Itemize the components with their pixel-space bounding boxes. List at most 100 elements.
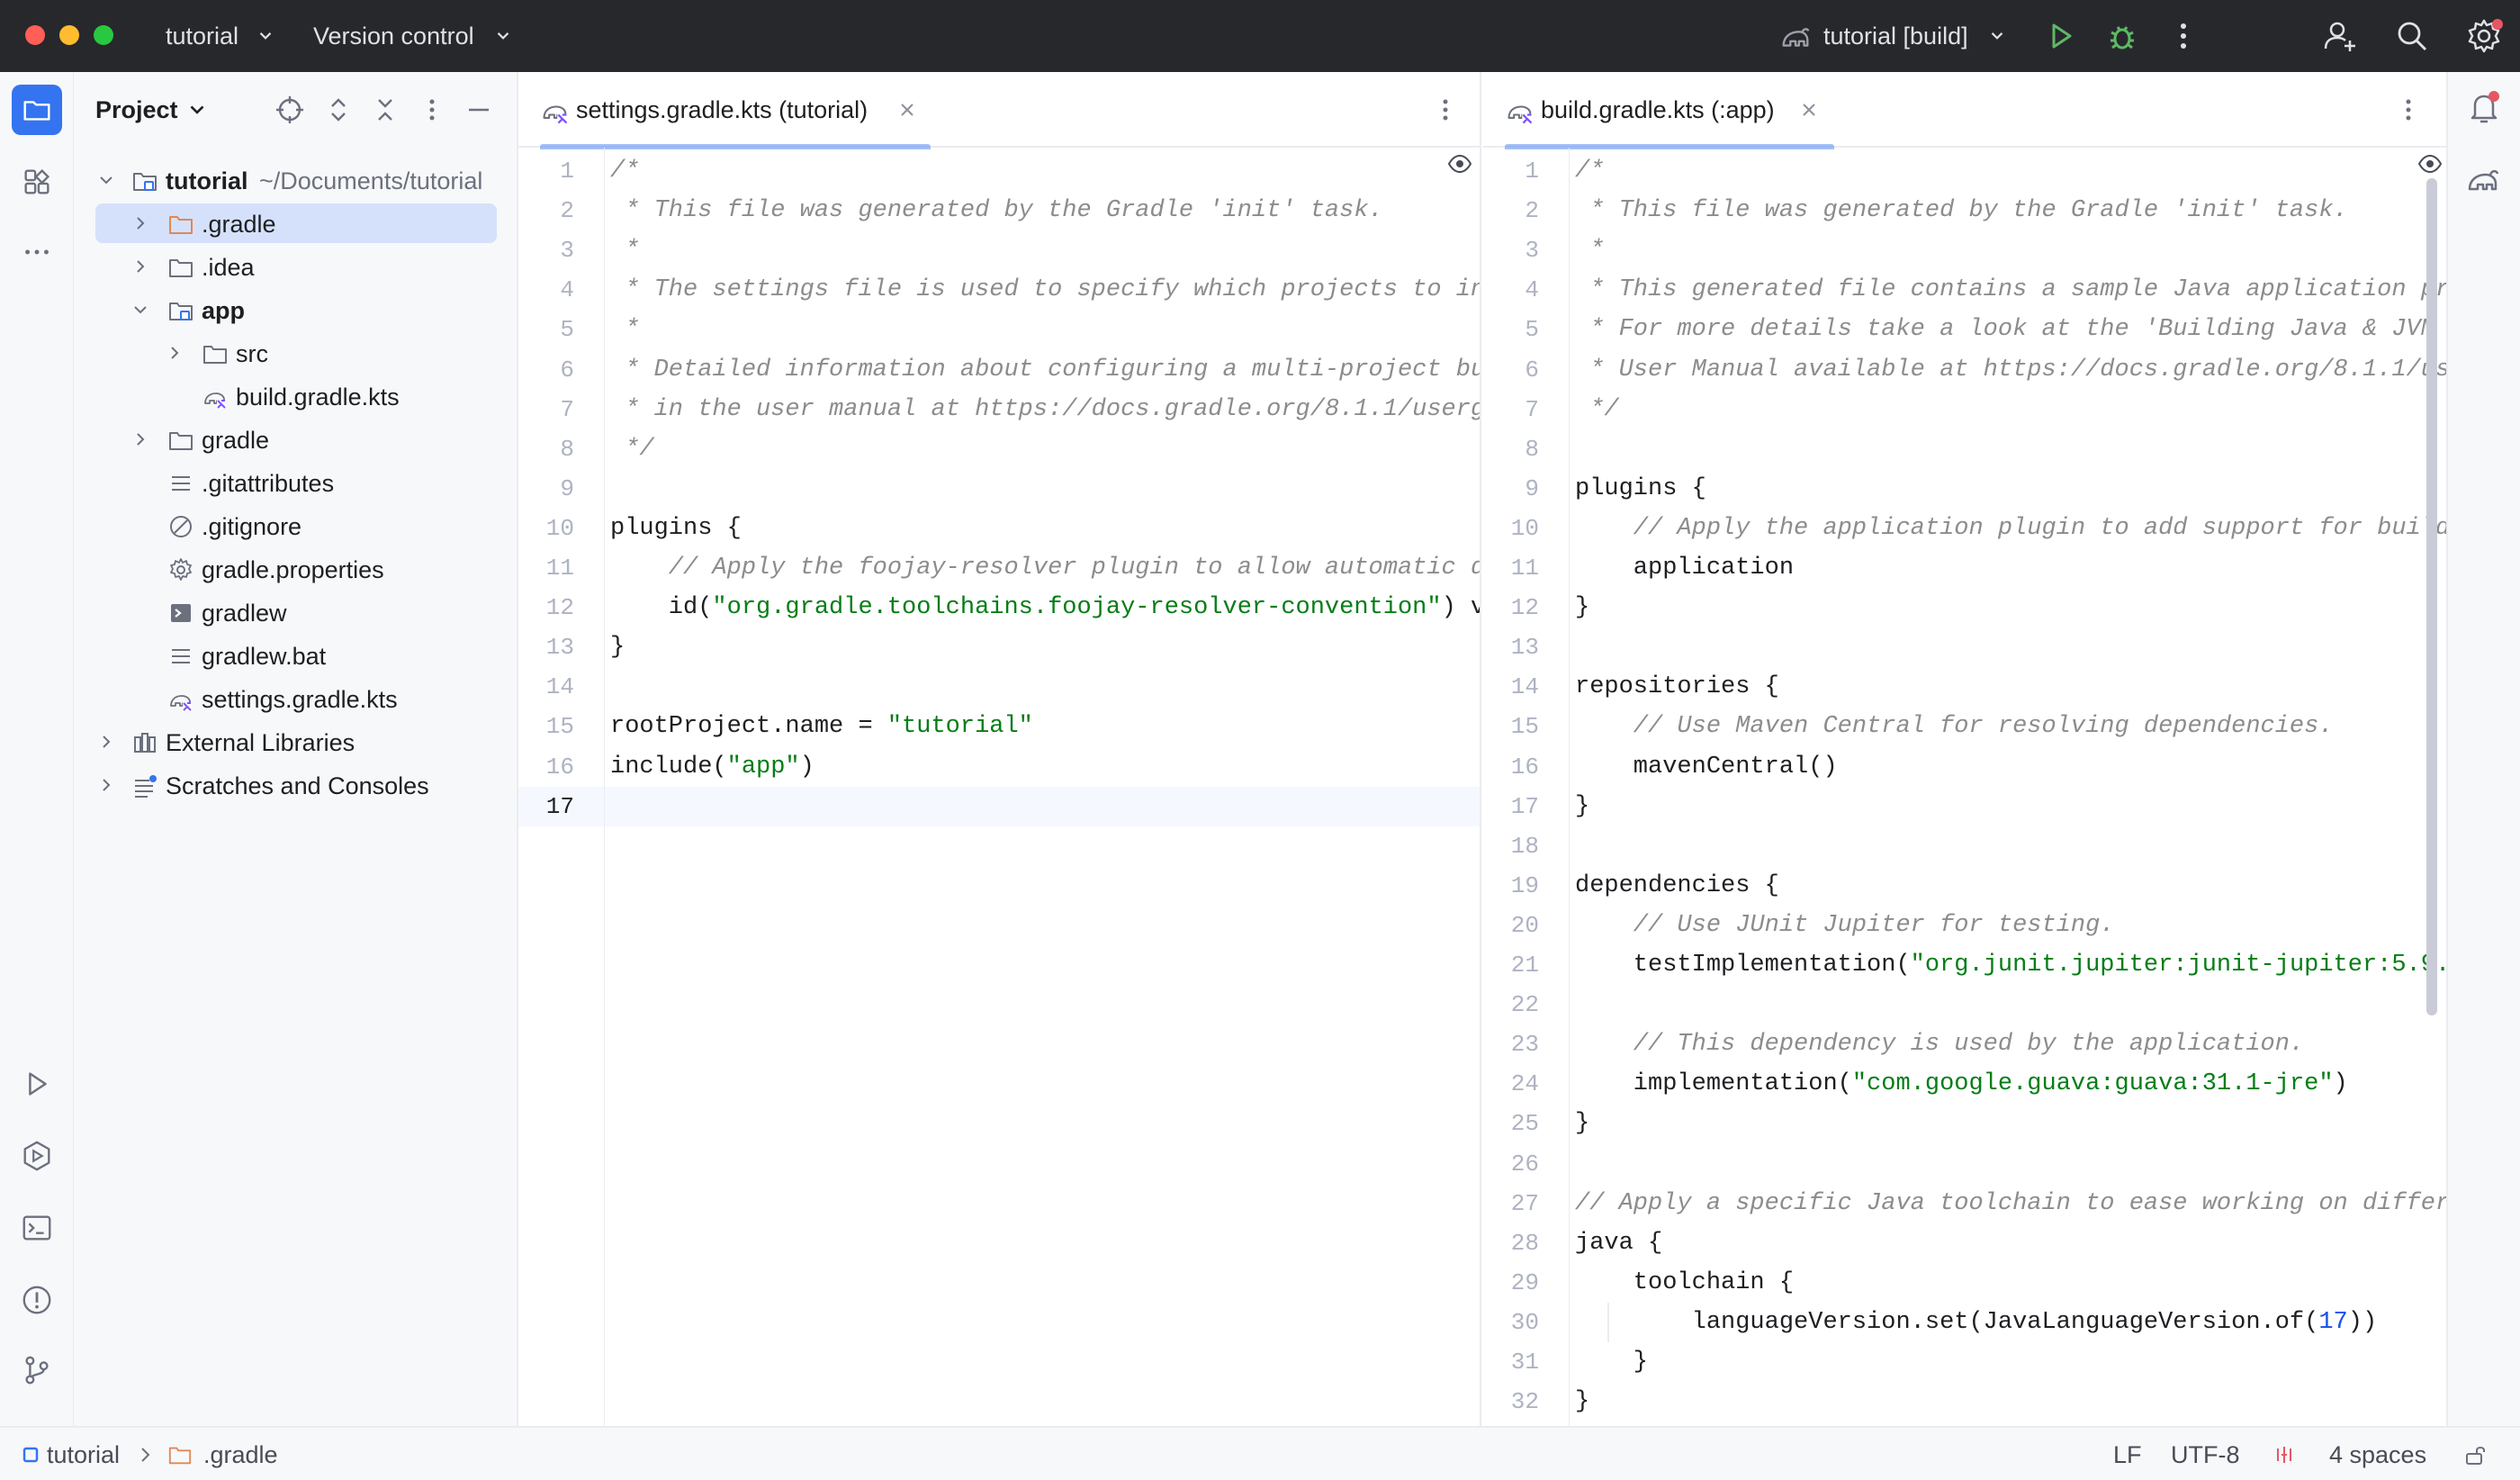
chevron-right-icon[interactable] <box>97 733 115 751</box>
status-bar: tutorial .gradle LF UTF-8 4 spaces <box>0 1426 2520 1480</box>
chevron-right-icon[interactable] <box>131 257 149 275</box>
tree-item-build-gradle-kts[interactable]: build.gradle.kts <box>74 375 517 418</box>
line-number: 16 <box>545 753 574 781</box>
line-number: 9 <box>560 474 574 502</box>
tab-settings-gradle-kts[interactable]: settings.gradle.kts (tutorial) <box>518 72 938 149</box>
tree-item-gradlew-bat[interactable]: gradlew.bat <box>74 634 517 677</box>
no-lock-readonly-icon[interactable] <box>2272 1442 2297 1467</box>
tree-item-label: gradle <box>202 427 270 454</box>
breadcrumb-folder[interactable]: .gradle <box>203 1437 278 1473</box>
tree-item-settings-gradle-kts[interactable]: settings.gradle.kts <box>74 677 517 720</box>
code-line: plugins { <box>1575 469 1706 509</box>
project-panel-header: Project <box>74 72 517 146</box>
hide-panel-icon[interactable] <box>463 94 495 126</box>
terminal-icon[interactable] <box>15 1206 58 1250</box>
code-area[interactable]: /* * This file was generated by the Grad… <box>1570 148 2446 1426</box>
breadcrumb-project[interactable]: tutorial <box>47 1437 120 1473</box>
line-number: 15 <box>1510 713 1539 741</box>
chevron-right-icon[interactable] <box>97 776 115 794</box>
line-number: 32 <box>1510 1388 1539 1416</box>
more-vertical-icon[interactable] <box>2164 16 2203 56</box>
code-comment: * User Manual available at https://docs.… <box>1575 356 2448 384</box>
code-comment: /* <box>1575 158 1605 185</box>
encoding-widget[interactable]: UTF-8 <box>2171 1437 2240 1473</box>
tree-item-src[interactable]: src <box>74 331 517 375</box>
vertical-scrollbar[interactable] <box>2426 178 2437 1015</box>
code-comment: /* <box>610 158 640 185</box>
settings-gear-icon[interactable] <box>2464 16 2504 56</box>
expand-all-icon[interactable] <box>322 94 355 126</box>
run-config-selector[interactable]: tutorial [build] <box>1823 18 1968 54</box>
problems-icon[interactable] <box>15 1278 58 1322</box>
code-line: /* <box>1575 151 1604 191</box>
code-token: } <box>1575 1349 1649 1376</box>
code-token: testImplementation( <box>1575 952 1911 979</box>
minimize-window-button[interactable] <box>59 25 79 45</box>
editor-settings-gradle[interactable]: settings.gradle.kts (tutorial) 123456789… <box>518 72 1481 1426</box>
unlock-icon[interactable] <box>2462 1442 2488 1467</box>
services-icon[interactable] <box>15 1134 58 1178</box>
tree-item-gitattributes[interactable]: .gitattributes <box>74 461 517 504</box>
add-user-icon[interactable] <box>2320 16 2360 56</box>
current-line-highlight <box>605 786 1480 826</box>
code-area[interactable]: /* * This file was generated by the Grad… <box>605 148 1480 1426</box>
line-number: 14 <box>1510 673 1539 701</box>
close-tab-icon[interactable] <box>1798 99 1820 121</box>
project-tool-folder-icon[interactable] <box>12 85 62 135</box>
tree-item-gradle[interactable]: gradle <box>74 418 517 461</box>
chevron-down-icon[interactable] <box>131 301 149 319</box>
code-comment: * Detailed information about configuring… <box>610 356 1481 384</box>
tree-item-idea[interactable]: .idea <box>74 245 517 288</box>
vcs-menu[interactable]: Version control <box>313 18 474 54</box>
code-comment: */ <box>610 435 654 463</box>
indent-widget[interactable]: 4 spaces <box>2329 1437 2426 1473</box>
close-tab-icon[interactable] <box>896 99 918 121</box>
tree-item-label: gradle.properties <box>202 556 384 583</box>
structure-icon[interactable] <box>15 160 58 203</box>
line-number: 21 <box>1510 952 1539 979</box>
tree-item-gitignore[interactable]: .gitignore <box>74 504 517 547</box>
module-folder-icon <box>167 297 194 324</box>
tree-item-app[interactable]: app <box>74 288 517 331</box>
code-line: // Apply the foojay-resolver plugin to a… <box>610 548 1480 588</box>
line-number: 10 <box>545 514 574 542</box>
code-line: // Apply the application plugin to add s… <box>1575 509 2446 548</box>
locate-icon[interactable] <box>274 94 306 126</box>
project-switcher[interactable]: tutorial <box>166 18 238 54</box>
zoom-window-button[interactable] <box>94 25 113 45</box>
code-comment: * <box>1575 237 1605 265</box>
more-vertical-icon[interactable] <box>1429 94 1462 126</box>
code-token: plugins { <box>1575 474 1706 502</box>
more-tools-icon[interactable] <box>15 230 58 274</box>
tree-item-label: .idea <box>202 254 255 281</box>
more-vertical-icon[interactable] <box>416 94 448 126</box>
close-window-button[interactable] <box>25 25 45 45</box>
gradle-tool-icon[interactable] <box>2464 160 2504 200</box>
debug-icon[interactable] <box>2102 16 2142 56</box>
tree-item-scratches[interactable]: Scratches and Consoles <box>74 763 517 807</box>
tab-build-gradle-kts[interactable]: build.gradle.kts (:app) <box>1483 72 1841 149</box>
code-comment: */ <box>1575 395 1619 423</box>
run-tool-icon[interactable] <box>15 1062 58 1105</box>
chevron-right-icon[interactable] <box>166 344 184 362</box>
editor-build-gradle[interactable]: build.gradle.kts (:app) 1 2 3 4 5 6 7 8 9 10 11 12 1… <box>1483 72 2448 1426</box>
tab-label: settings.gradle.kts (tutorial) <box>576 96 868 123</box>
chevron-right-icon[interactable] <box>131 430 149 448</box>
git-branch-icon[interactable] <box>15 1349 58 1392</box>
notifications-bell-icon[interactable] <box>2464 88 2504 128</box>
tree-item-gradlew[interactable]: gradlew <box>74 591 517 634</box>
search-icon[interactable] <box>2392 16 2432 56</box>
more-vertical-icon[interactable] <box>2392 94 2425 126</box>
project-view-selector[interactable]: Project <box>95 92 178 128</box>
chevron-down-icon[interactable] <box>97 171 115 189</box>
code-line: */ <box>1575 390 1619 429</box>
run-icon[interactable] <box>2041 16 2081 56</box>
chevron-right-icon[interactable] <box>131 214 149 232</box>
collapse-all-icon[interactable] <box>369 94 401 126</box>
tree-root[interactable]: tutorial ~/Documents/tutorial <box>74 158 517 202</box>
code-line: toolchain { <box>1575 1263 1794 1303</box>
line-separator-widget[interactable]: LF <box>2113 1437 2142 1473</box>
tree-item-gradle-dir[interactable]: .gradle <box>74 202 517 245</box>
tree-item-gradle-properties[interactable]: gradle.properties <box>74 547 517 591</box>
tree-item-external-libraries[interactable]: External Libraries <box>74 720 517 763</box>
